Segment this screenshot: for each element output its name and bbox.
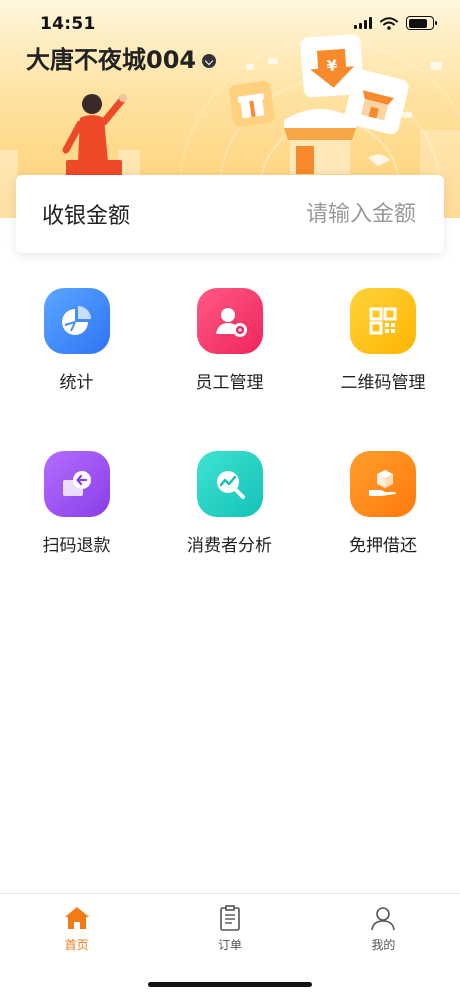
refund-icon: [43, 451, 110, 517]
home-indicator: [148, 982, 312, 987]
qr-code-icon: [350, 288, 416, 354]
status-bar: 14:51: [0, 0, 460, 44]
pie-chart-icon: [43, 288, 110, 354]
status-time: 14:51: [40, 14, 96, 34]
box-hand-icon: [350, 451, 416, 517]
chevron-down-icon: [202, 53, 217, 68]
feature-employee-management[interactable]: 员工管理: [153, 288, 306, 393]
store-name: 大唐不夜城004: [26, 46, 197, 74]
amount-input[interactable]: [236, 201, 416, 227]
store-selector[interactable]: 大唐不夜城004: [26, 40, 217, 75]
feature-label: 消费者分析: [187, 536, 272, 556]
battery-icon: [406, 16, 437, 30]
bottom-tab-bar: 首页 订单 我的: [0, 893, 460, 996]
tab-home[interactable]: 首页: [0, 894, 153, 964]
tab-label: 首页: [64, 938, 89, 952]
employee-gear-icon: [196, 288, 263, 354]
feature-label: 扫码退款: [42, 536, 111, 556]
cellular-signal-icon: [354, 17, 372, 29]
trend-search-icon: [196, 451, 263, 517]
wifi-icon: [380, 16, 398, 30]
feature-consumer-analysis[interactable]: 消费者分析: [153, 451, 306, 556]
tab-orders[interactable]: 订单: [153, 894, 306, 964]
tab-label: 我的: [371, 938, 396, 952]
feature-scan-refund[interactable]: 扫码退款: [0, 451, 153, 556]
svg-text:¥: ¥: [326, 56, 338, 75]
person-icon: [371, 907, 396, 931]
feature-label: 二维码管理: [340, 373, 426, 393]
feature-deposit-free-rental[interactable]: 免押借还: [306, 451, 460, 556]
feature-qr-management[interactable]: 二维码管理: [306, 288, 460, 393]
tab-profile[interactable]: 我的: [307, 894, 460, 964]
amount-label: 收银金额: [42, 204, 131, 229]
status-icons: [354, 16, 437, 30]
amount-card: 收银金额: [16, 175, 444, 253]
tab-label: 订单: [217, 938, 242, 952]
clipboard-icon: [220, 905, 240, 931]
feature-label: 统计: [59, 373, 94, 393]
feature-label: 免押借还: [349, 536, 417, 556]
feature-grid: 统计 员工管理 二维码管理 扫码退款 消费者分析 免押借还: [0, 288, 460, 556]
feature-statistics[interactable]: 统计: [0, 288, 153, 393]
home-icon: [64, 907, 89, 929]
feature-label: 员工管理: [195, 373, 264, 393]
